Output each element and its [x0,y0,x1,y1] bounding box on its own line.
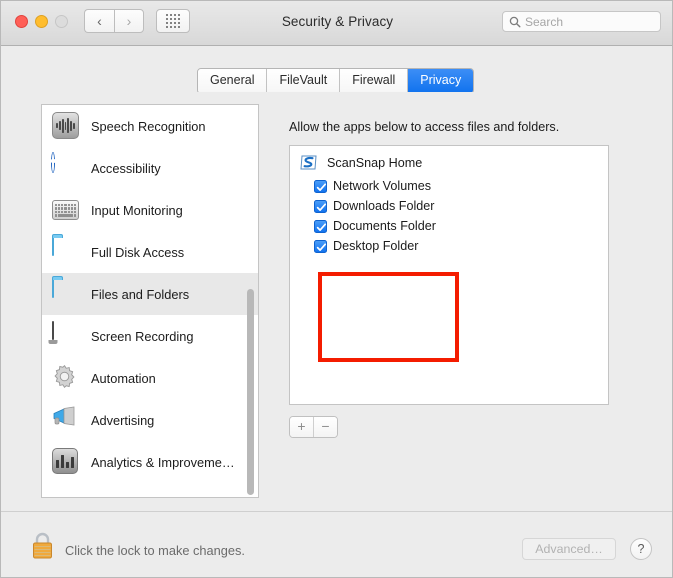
security-privacy-window: ‹ › Security & Privacy General F [0,0,673,578]
sidebar-item-input-monitoring[interactable]: Input Monitoring [42,189,258,231]
search-field[interactable] [502,11,661,32]
checkbox-network-volumes[interactable] [314,179,327,193]
tab-bar: General FileVault Firewall Privacy [1,46,672,94]
permission-row-network-volumes[interactable]: Network Volumes [314,176,454,196]
sidebar-item-full-disk-access[interactable]: Full Disk Access [42,231,258,273]
content-area: Speech Recognition Accessibility Input M… [1,92,672,511]
sidebar-item-label: Input Monitoring [91,202,183,218]
permission-row-downloads-folder[interactable]: Downloads Folder [314,196,454,216]
permission-label: Documents Folder [333,219,436,233]
app-permission-list[interactable]: ScanSnap Home Network Volumes Downloads … [289,145,609,405]
speech-recognition-icon [52,112,80,140]
app-name: ScanSnap Home [327,156,423,170]
bar-chart-icon [52,448,80,476]
remove-app-button[interactable]: − [314,417,337,437]
megaphone-icon [52,406,80,434]
sidebar-scrollbar-thumb[interactable] [247,289,254,495]
tab-privacy[interactable]: Privacy [408,69,474,93]
lock-status-text: Click the lock to make changes. [65,543,245,558]
gear-icon [52,364,80,392]
sidebar-item-screen-recording[interactable]: Screen Recording [42,315,258,357]
privacy-category-list[interactable]: Speech Recognition Accessibility Input M… [41,104,259,498]
sidebar-item-label: Files and Folders [91,286,190,302]
sidebar-item-advertising[interactable]: Advertising [42,399,258,441]
sidebar-item-analytics-improvements[interactable]: Analytics & Improveme… [42,441,258,483]
help-button[interactable]: ? [630,538,652,560]
permission-row-desktop-folder[interactable]: Desktop Folder [314,236,454,256]
tab-firewall[interactable]: Firewall [340,69,409,93]
checkbox-documents-folder[interactable] [314,219,327,233]
keyboard-icon [52,196,80,224]
app-entry-scansnap-home[interactable]: ScanSnap Home [290,146,608,174]
permissions-pane: Allow the apps below to access files and… [281,104,621,498]
sidebar-scrollbar[interactable] [247,107,256,497]
pane-caption: Allow the apps below to access files and… [289,120,560,134]
scansnap-icon [299,154,319,172]
tab-general[interactable]: General [198,69,268,93]
add-app-button[interactable]: + [290,417,314,437]
display-icon [52,321,80,350]
sidebar-item-label: Advertising [91,412,155,428]
permission-label: Downloads Folder [333,199,435,213]
folder-icon [52,279,80,308]
search-icon [509,16,521,28]
checkbox-downloads-folder[interactable] [314,199,327,213]
search-input[interactable] [525,14,655,29]
sidebar-item-label: Full Disk Access [91,244,185,260]
advanced-button[interactable]: Advanced… [522,538,616,560]
title-bar: ‹ › Security & Privacy [1,1,672,46]
sidebar-item-label: Analytics & Improveme… [91,454,235,470]
add-remove-button-group[interactable]: + − [289,416,338,438]
lock-closed-icon[interactable] [30,529,55,561]
permission-row-documents-folder[interactable]: Documents Folder [314,216,454,236]
sidebar-item-automation[interactable]: Automation [42,357,258,399]
sidebar-item-label: Screen Recording [91,328,194,344]
sidebar-item-accessibility[interactable]: Accessibility [42,147,258,189]
permission-checkbox-group: Network Volumes Downloads Folder Documen… [314,176,454,256]
accessibility-icon [52,153,80,182]
tab-filevault[interactable]: FileVault [267,69,341,93]
permission-label: Network Volumes [333,179,431,193]
sidebar-item-label: Accessibility [91,160,161,176]
sidebar-item-files-and-folders[interactable]: Files and Folders [42,273,258,315]
sidebar-item-label: Speech Recognition [91,118,206,134]
sidebar-item-label: Automation [91,370,156,386]
permission-label: Desktop Folder [333,239,419,253]
footer-bar: Click the lock to make changes. Advanced… [1,511,672,577]
sidebar-item-speech-recognition[interactable]: Speech Recognition [42,105,258,147]
folder-icon [52,237,80,266]
checkbox-desktop-folder[interactable] [314,239,327,253]
